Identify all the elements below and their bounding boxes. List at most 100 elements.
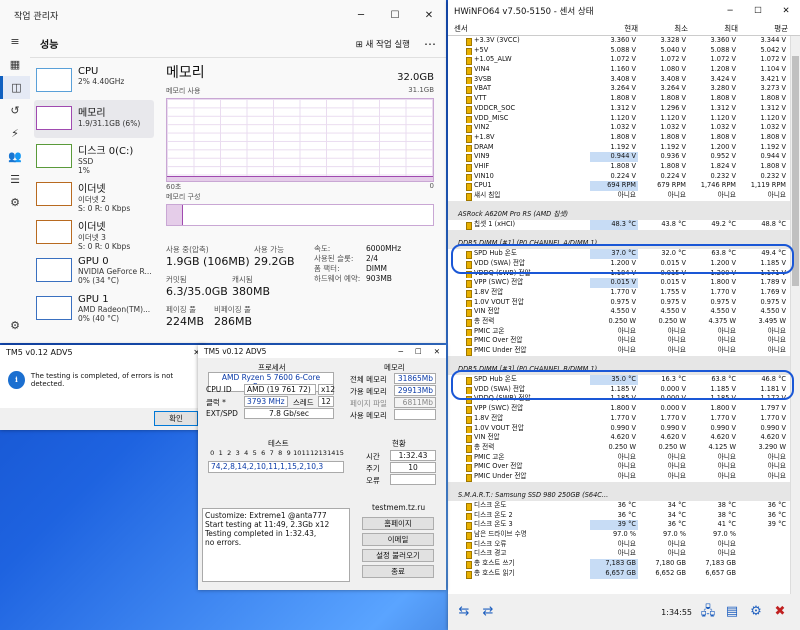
log-box[interactable]: Customize: Extreme1 @anta777 Start testi… <box>202 508 350 582</box>
perf-item-memory[interactable]: 메모리 1.9/31.1GB (6%) <box>34 100 154 138</box>
hwres-value: 903MB <box>366 274 392 283</box>
current-value: 1.072 V <box>610 55 636 64</box>
sensor-row[interactable]: VIN 전압 4.550 V 4.550 V 4.550 V 4.550 V <box>448 307 790 317</box>
sensor-row[interactable]: 섀시 침입 아니요 아니요 아니요 아니요 <box>448 191 790 201</box>
col-sensor[interactable]: 센서 <box>448 23 590 34</box>
sensor-row[interactable]: PMIC Over 전압 아니요 아니요 아니요 아니요 <box>448 462 790 472</box>
sensor-row[interactable] <box>448 481 790 492</box>
min-value: 1.770 V <box>660 413 686 422</box>
nav-forward-icon[interactable]: ⇄ <box>478 602 498 622</box>
menu-icon[interactable]: ≡ <box>0 30 30 53</box>
network-icon[interactable]: 🖧 <box>698 602 718 622</box>
sensor-row[interactable]: VBAT 3.264 V 3.264 V 3.280 V 3.273 V <box>448 84 790 95</box>
more-icon[interactable]: ⋯ <box>424 37 436 51</box>
close-icon[interactable]: ✕ <box>412 10 446 21</box>
sensor-row[interactable]: VIN10 0.224 V 0.224 V 0.232 V 0.232 V <box>448 172 790 182</box>
sensor-row[interactable]: VDDCR_SOC 1.312 V 1.296 V 1.312 V 1.312 V <box>448 104 790 114</box>
memory-composition-bar <box>166 204 434 226</box>
sensor-row[interactable] <box>448 355 790 366</box>
close-icon[interactable]: ✕ <box>772 6 800 16</box>
sensor-row[interactable]: 총 전력 0.250 W 0.250 W 4.375 W 3.495 W <box>448 317 790 327</box>
sensor-group-row[interactable]: S.M.A.R.T.: Samsung SSD 980 250GB (S64C.… <box>448 491 790 501</box>
sensor-row[interactable]: 총 호스트 읽기 6,657 GB 6,652 GB 6,657 GB <box>448 568 790 579</box>
sensor-group-row[interactable]: ASRock A620M Pro RS (AMD 칩셋) <box>448 210 790 221</box>
performance-icon[interactable]: ◫ <box>0 76 30 99</box>
sensor-row[interactable]: 남은 드라이브 수명 97.0 % 97.0 % 97.0 % <box>448 530 790 540</box>
users-icon[interactable]: 👥 <box>0 145 30 168</box>
sensor-row[interactable]: 1.8V 전압 1.770 V 1.770 V 1.770 V 1.770 V <box>448 414 790 424</box>
col-current[interactable]: 현재 <box>590 23 638 34</box>
sensor-row[interactable]: PMIC Over 전압 아니요 아니요 아니요 아니요 <box>448 336 790 347</box>
minimize-icon[interactable]: ─ <box>398 347 403 356</box>
sensor-row[interactable] <box>448 229 790 240</box>
ok-button[interactable]: 확인 <box>154 411 198 426</box>
sensor-row[interactable]: VIN9 0.944 V 0.936 V 0.952 V 0.944 V <box>448 152 790 162</box>
sensor-row[interactable]: 총 호스트 쓰기 7,183 GB 7,180 GB 7,183 GB <box>448 559 790 569</box>
col-avg[interactable]: 평균 <box>738 23 788 34</box>
homepage-button[interactable]: 홈페이지 <box>362 517 434 530</box>
sensor-row[interactable]: 디스크 경고 아니요 아니요 아니요 <box>448 549 790 560</box>
sensor-row[interactable]: 디스크 오류 아니요 아니요 아니요 <box>448 540 790 550</box>
sensor-row[interactable]: VIN2 1.032 V 1.032 V 1.032 V 1.032 V <box>448 123 790 133</box>
maximize-icon[interactable]: ☐ <box>378 10 412 21</box>
new-task-button[interactable]: ⊞ 새 작업 실행 <box>356 38 410 50</box>
sensor-row[interactable]: VPP (SWC) 전압 0.015 V 0.015 V 1.800 V 1.789 V <box>448 278 790 288</box>
maximize-icon[interactable]: ☐ <box>415 347 422 356</box>
sensor-row[interactable]: PMIC 고온 아니요 아니요 아니요 아니요 <box>448 327 790 337</box>
services-icon[interactable]: ⚙ <box>0 191 30 214</box>
load-settings-button[interactable]: 설정 불러오기 <box>362 549 434 562</box>
sensor-row[interactable] <box>448 200 790 211</box>
exit-button[interactable]: 종료 <box>362 565 434 578</box>
settings-icon[interactable]: ⚙ <box>0 314 30 337</box>
sensor-row[interactable]: +1.05_ALW 1.072 V 1.072 V 1.072 V 1.072 V <box>448 55 790 66</box>
sensor-row[interactable]: CPU1 694 RPM 679 RPM 1,746 RPM 1,119 RPM <box>448 181 790 192</box>
perf-item-cpu[interactable]: CPU 2% 4.40GHz <box>34 62 154 100</box>
history-icon[interactable]: ↺ <box>0 99 30 122</box>
sensor-row[interactable]: VPP (SWC) 전압 1.800 V 0.000 V 1.800 V 1.797 V <box>448 404 790 414</box>
sensor-row[interactable]: +5V 5.088 V 5.040 V 5.088 V 5.042 V <box>448 46 790 56</box>
perf-item-gpu1[interactable]: GPU 1 AMD Radeon(TM)... 0% (40 °C) <box>34 290 154 328</box>
minimize-icon[interactable]: ─ <box>716 6 744 16</box>
sensor-row[interactable]: VIN 전압 4.620 V 4.620 V 4.620 V 4.620 V <box>448 433 790 443</box>
perf-item-gpu0[interactable]: GPU 0 NVIDIA GeForce R... 0% (34 °C) <box>34 252 154 290</box>
sensor-row[interactable]: PMIC 고온 아니요 아니요 아니요 아니요 <box>448 453 790 463</box>
sensor-row[interactable]: +3.3V (3VCC) 3.360 V 3.328 V 3.360 V 3.344 V <box>448 36 790 46</box>
sensor-row[interactable]: 3VSB 3.408 V 3.408 V 3.424 V 3.421 V <box>448 75 790 85</box>
sensor-row[interactable]: DRAM 1.192 V 1.192 V 1.200 V 1.192 V <box>448 143 790 153</box>
nav-back-icon[interactable]: ⇆ <box>454 602 474 622</box>
sensor-row[interactable]: 1.8V 전압 1.770 V 1.755 V 1.770 V 1.769 V <box>448 288 790 298</box>
close-icon[interactable]: ✕ <box>434 347 440 356</box>
col-max[interactable]: 최대 <box>688 23 738 34</box>
sensor-row[interactable]: 총 전력 0.250 W 0.250 W 4.125 W 3.290 W <box>448 443 790 453</box>
sensor-row[interactable]: 디스크 온도 3 39 °C 36 °C 41 °C 39 °C <box>448 520 790 531</box>
gpu-thumb <box>36 296 72 320</box>
perf-item-disk[interactable]: 디스크 0(C:) SSD 1% <box>34 138 154 176</box>
close-icon[interactable]: ✖ <box>770 602 790 622</box>
sensor-row[interactable]: 1.0V VOUT 전압 0.975 V 0.975 V 0.975 V 0.975 V <box>448 298 790 308</box>
sensor-row[interactable]: VIN4 1.160 V 1.080 V 1.208 V 1.104 V <box>448 65 790 75</box>
sensor-row[interactable]: VHIF 1.808 V 1.808 V 1.824 V 1.808 V <box>448 162 790 172</box>
sensor-row[interactable]: 디스크 온도 2 36 °C 34 °C 38 °C 36 °C <box>448 511 790 521</box>
sensor-row[interactable]: VTT 1.808 V 1.808 V 1.808 V 1.808 V <box>448 94 790 104</box>
sensor-row[interactable]: PMIC Under 전압 아니요 아니요 아니요 아니요 <box>448 472 790 482</box>
details-icon[interactable]: ☰ <box>0 168 30 191</box>
perf-item-ethernet-3[interactable]: 이더넷 이더넷 3 S: 0 R: 0 Kbps <box>34 214 154 252</box>
sensor-row[interactable]: 칩셋 1 (xHCI) 48.3 °C 43.8 °C 49.2 °C 48.8 °C <box>448 220 790 230</box>
processes-icon[interactable]: ▦ <box>0 53 30 76</box>
scrollbar[interactable] <box>790 36 800 594</box>
sensor-row[interactable]: +1.8V 1.808 V 1.808 V 1.808 V 1.808 V <box>448 133 790 143</box>
col-min[interactable]: 최소 <box>638 23 688 34</box>
sensor-name: 총 전력 <box>448 317 590 327</box>
test-number: 2 <box>227 449 232 457</box>
sensor-row[interactable]: 1.0V VOUT 전압 0.990 V 0.990 V 0.990 V 0.990 V <box>448 424 790 434</box>
sensor-row[interactable]: PMIC Under 전압 아니요 아니요 아니요 아니요 <box>448 346 790 356</box>
perf-item-ethernet-2[interactable]: 이더넷 이더넷 2 S: 0 R: 0 Kbps <box>34 176 154 214</box>
sensor-row[interactable]: VDD_MISC 1.120 V 1.120 V 1.120 V 1.120 V <box>448 114 790 124</box>
startup-icon[interactable]: ⚡ <box>0 122 30 145</box>
email-button[interactable]: 이메일 <box>362 533 434 546</box>
minimize-icon[interactable]: ─ <box>344 10 378 21</box>
settings-icon[interactable]: ⚙ <box>746 602 766 622</box>
report-icon[interactable]: ▤ <box>722 602 742 622</box>
sensor-row[interactable]: 디스크 온도 36 °C 34 °C 38 °C 36 °C <box>448 501 790 511</box>
maximize-icon[interactable]: ☐ <box>744 6 772 16</box>
